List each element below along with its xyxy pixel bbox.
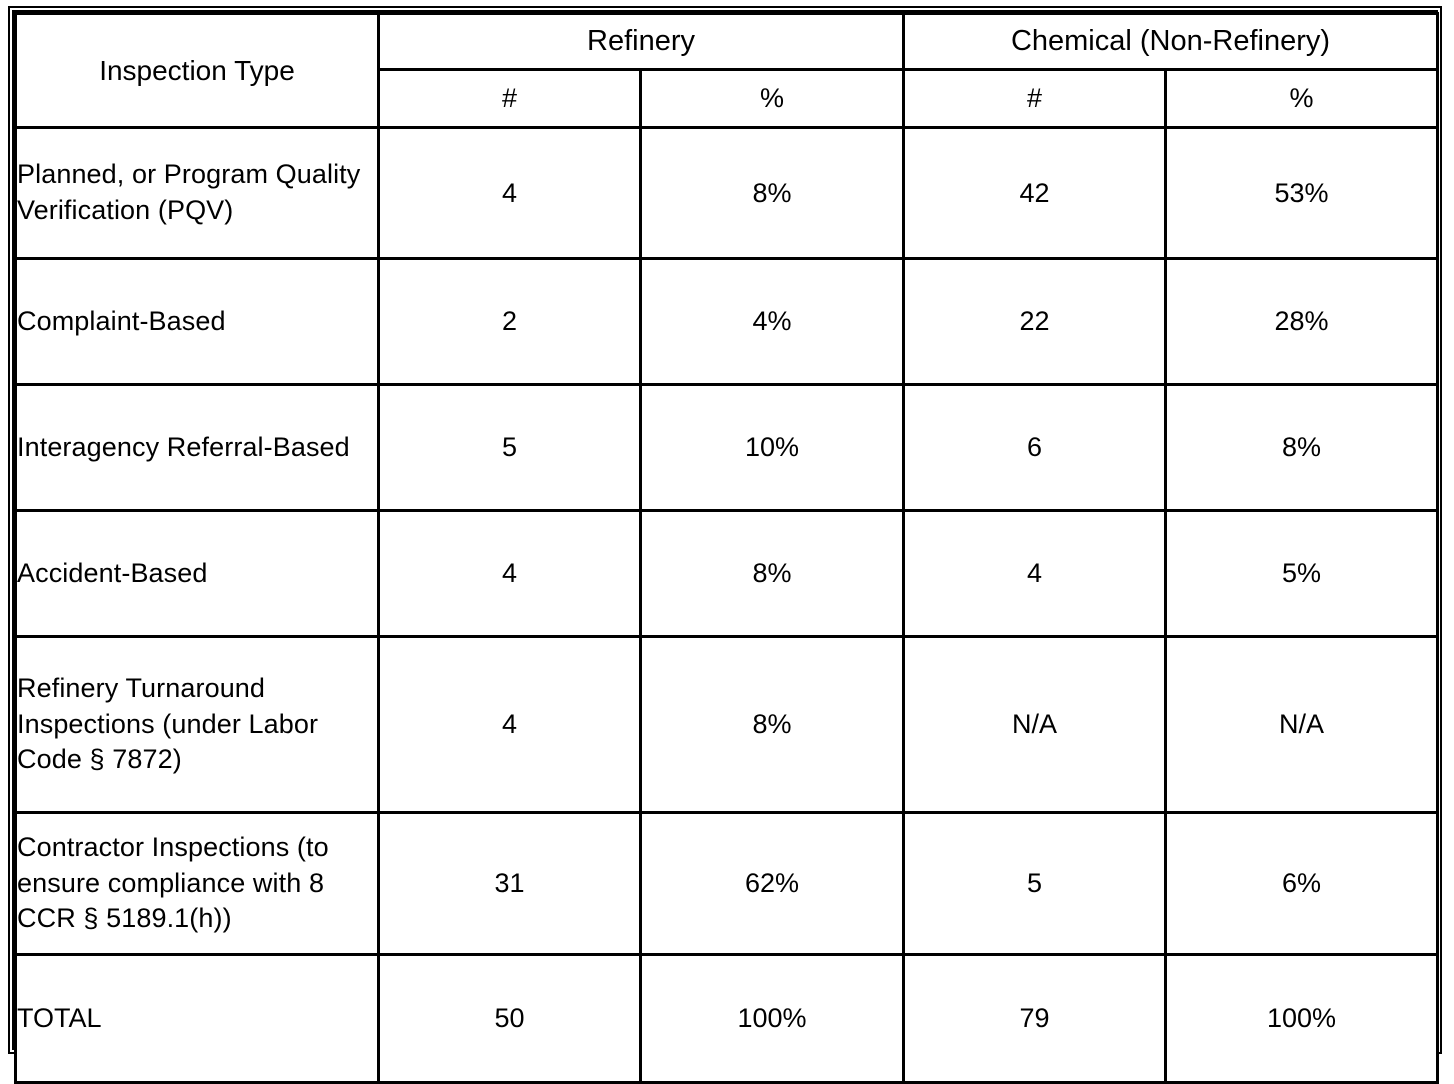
row-label-complaint-based: Complaint-Based [14, 257, 380, 386]
cell-total-chemical-count: 79 [902, 953, 1167, 1084]
table-row: Interagency Referral-Based 5 10% 6 8% [14, 383, 1439, 512]
cell-interagency-refinery-count: 5 [377, 383, 642, 512]
header-row-groups: Inspection Type Refinery Chemical (Non-R… [14, 12, 1439, 129]
cell-turnaround-refinery-count: 4 [377, 635, 642, 814]
row-label-interagency-referral-based: Interagency Referral-Based [14, 383, 380, 512]
inspection-table-frame: Inspection Type Refinery Chemical (Non-R… [8, 6, 1442, 1084]
cell-accident-chemical-count: 4 [902, 509, 1167, 638]
cell-turnaround-chemical-percent: N/A [1164, 635, 1439, 814]
cell-total-chemical-percent: 100% [1164, 953, 1439, 1084]
cell-complaint-chemical-percent: 28% [1164, 257, 1439, 386]
column-header-refinery-count: # [377, 68, 642, 129]
cell-complaint-refinery-count: 2 [377, 257, 642, 386]
row-label-total: TOTAL [14, 953, 380, 1084]
table-header: Inspection Type Refinery Chemical (Non-R… [14, 12, 1439, 129]
table-row: Refinery Turnaround Inspections (under L… [14, 635, 1439, 814]
cell-pqv-refinery-count: 4 [377, 126, 642, 260]
cell-interagency-chemical-count: 6 [902, 383, 1167, 512]
row-label-refinery-turnaround-inspections: Refinery Turnaround Inspections (under L… [14, 635, 380, 814]
column-header-chemical-percent: % [1164, 68, 1439, 129]
column-header-refinery-percent: % [639, 68, 905, 129]
column-header-inspection-type: Inspection Type [14, 12, 380, 129]
cell-turnaround-refinery-percent: 8% [639, 635, 905, 814]
table-row: Planned, or Program Quality Verification… [14, 126, 1439, 260]
cell-turnaround-chemical-count: N/A [902, 635, 1167, 814]
cell-accident-chemical-percent: 5% [1164, 509, 1439, 638]
column-group-header-refinery: Refinery [377, 12, 905, 71]
table-body: Planned, or Program Quality Verification… [14, 126, 1439, 1084]
cell-contractor-refinery-count: 31 [377, 811, 642, 956]
cell-pqv-refinery-percent: 8% [639, 126, 905, 260]
row-label-pqv: Planned, or Program Quality Verification… [14, 126, 380, 260]
cell-pqv-chemical-count: 42 [902, 126, 1167, 260]
cell-contractor-chemical-percent: 6% [1164, 811, 1439, 956]
table-row: Contractor Inspections (to ensure compli… [14, 811, 1439, 956]
row-label-contractor-inspections: Contractor Inspections (to ensure compli… [14, 811, 380, 956]
table-row: Complaint-Based 2 4% 22 28% [14, 257, 1439, 386]
cell-accident-refinery-percent: 8% [639, 509, 905, 638]
inspection-type-table: Inspection Type Refinery Chemical (Non-R… [14, 12, 1439, 1084]
cell-contractor-chemical-count: 5 [902, 811, 1167, 956]
table-row: Accident-Based 4 8% 4 5% [14, 509, 1439, 638]
cell-interagency-refinery-percent: 10% [639, 383, 905, 512]
cell-total-refinery-count: 50 [377, 953, 642, 1084]
cell-total-refinery-percent: 100% [639, 953, 905, 1084]
cell-complaint-refinery-percent: 4% [639, 257, 905, 386]
cell-contractor-refinery-percent: 62% [639, 811, 905, 956]
table-row-total: TOTAL 50 100% 79 100% [14, 953, 1439, 1084]
column-group-header-chemical: Chemical (Non-Refinery) [902, 12, 1439, 71]
cell-interagency-chemical-percent: 8% [1164, 383, 1439, 512]
cell-accident-refinery-count: 4 [377, 509, 642, 638]
cell-complaint-chemical-count: 22 [902, 257, 1167, 386]
cell-pqv-chemical-percent: 53% [1164, 126, 1439, 260]
column-header-chemical-count: # [902, 68, 1167, 129]
row-label-accident-based: Accident-Based [14, 509, 380, 638]
